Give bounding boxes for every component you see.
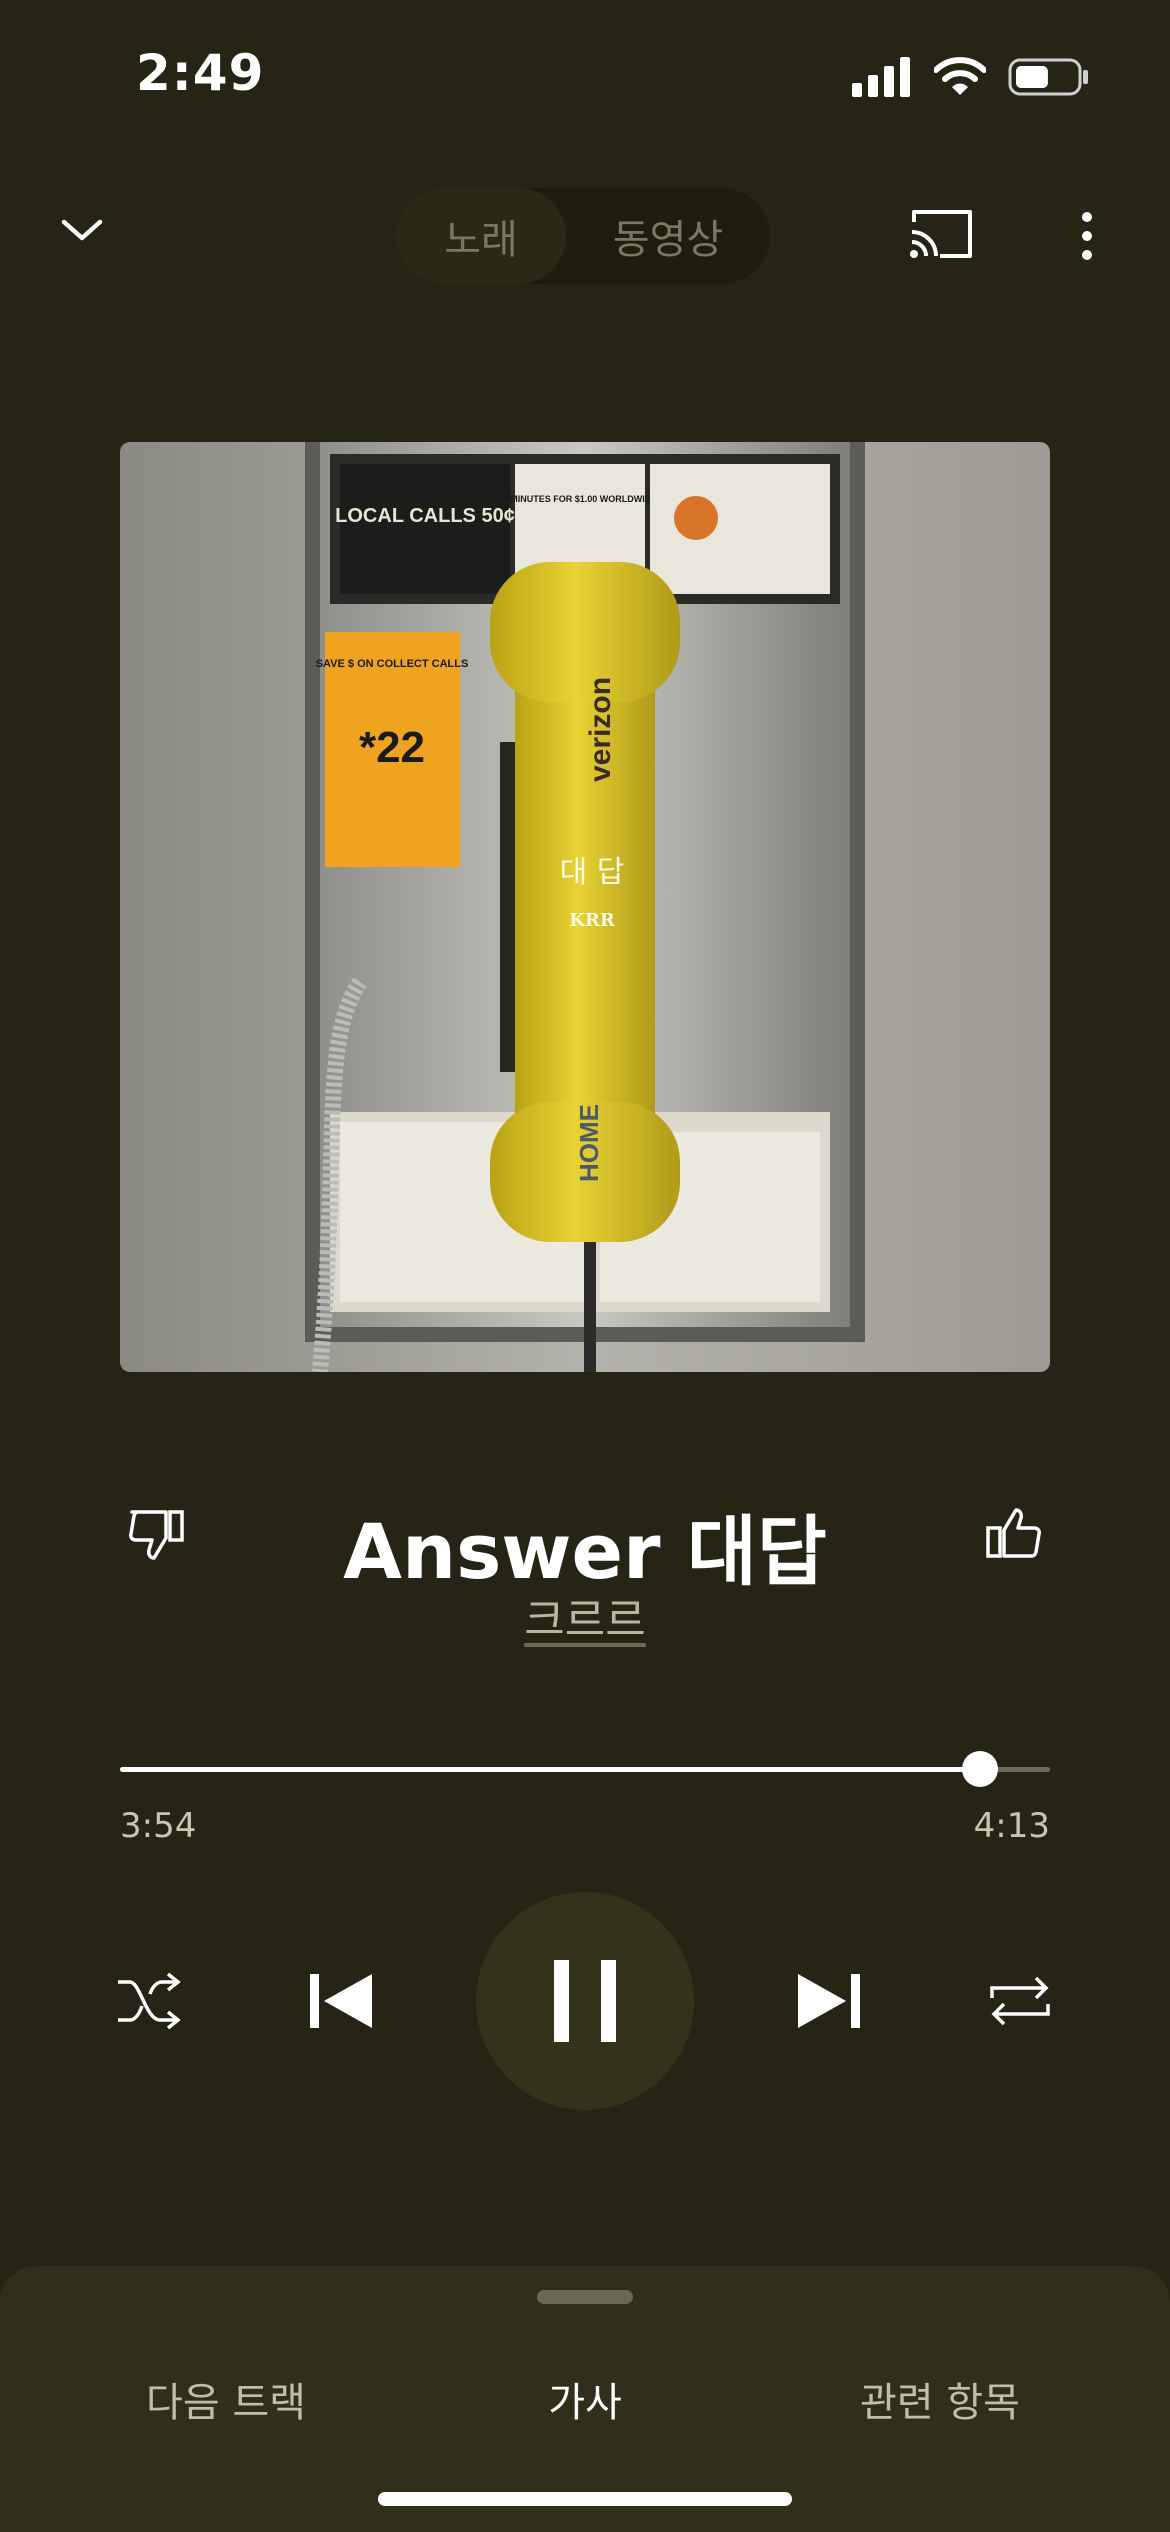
next-button[interactable] xyxy=(792,1968,864,2034)
thumbs-up-icon xyxy=(986,1508,1041,1558)
home-indicator[interactable] xyxy=(378,2492,792,2506)
dislike-button[interactable] xyxy=(126,1504,186,1564)
sheet-drag-handle[interactable] xyxy=(537,2290,633,2304)
art-text-minutes: 4 MINUTES FOR $1.00 WORLDWIDE xyxy=(503,494,658,504)
cast-button[interactable] xyxy=(908,206,976,262)
previous-button[interactable] xyxy=(306,1968,378,2034)
chevron-down-icon xyxy=(61,219,103,241)
art-text-local-calls: LOCAL CALLS 50¢ xyxy=(335,505,515,527)
track-artist[interactable]: 크르르 xyxy=(230,1584,940,1648)
play-pause-button[interactable] xyxy=(476,1892,694,2110)
cellular-signal-icon xyxy=(852,57,910,97)
art-text-krr: KRR xyxy=(569,910,616,931)
shuffle-button[interactable] xyxy=(116,1970,184,2032)
tab-video[interactable]: 동영상 xyxy=(566,188,770,284)
status-icons xyxy=(852,52,1090,102)
art-text-title-kr: 대 답 xyxy=(560,855,625,890)
art-text-home: HOME xyxy=(574,1104,604,1182)
previous-icon xyxy=(310,1974,372,2028)
more-options-button[interactable] xyxy=(1074,210,1100,262)
art-text-verizon: verizon xyxy=(584,677,617,782)
album-artwork: LOCAL CALLS 50¢ 4 MINUTES FOR $1.00 WORL… xyxy=(120,442,1050,1372)
collapse-button[interactable] xyxy=(52,200,112,260)
shuffle-icon xyxy=(118,1972,181,2030)
battery-icon xyxy=(1008,58,1088,96)
next-icon xyxy=(798,1974,860,2028)
pause-icon xyxy=(554,1960,616,2042)
repeat-icon xyxy=(990,1976,1050,2026)
elapsed-time: 3:54 xyxy=(120,1806,197,1846)
tab-related[interactable]: 관련 항목 xyxy=(840,2370,1040,2428)
repeat-button[interactable] xyxy=(986,1970,1054,2032)
song-video-toggle: 노래 동영상 xyxy=(396,188,770,284)
progress-fill xyxy=(120,1767,981,1772)
cast-icon xyxy=(910,210,972,258)
art-text-star22: *22 xyxy=(359,723,425,772)
thumbs-down-icon xyxy=(129,1510,184,1560)
like-button[interactable] xyxy=(984,1504,1044,1564)
more-vertical-icon xyxy=(1082,212,1092,260)
tab-lyrics[interactable]: 가사 xyxy=(485,2370,685,2428)
art-text-save: SAVE $ ON COLLECT CALLS xyxy=(316,658,469,670)
tab-up-next[interactable]: 다음 트랙 xyxy=(126,2370,326,2428)
total-time: 4:13 xyxy=(973,1806,1050,1846)
tab-song[interactable]: 노래 xyxy=(396,188,566,284)
progress-thumb[interactable] xyxy=(962,1751,999,1787)
status-time: 2:49 xyxy=(136,44,265,102)
wifi-icon xyxy=(934,57,986,95)
